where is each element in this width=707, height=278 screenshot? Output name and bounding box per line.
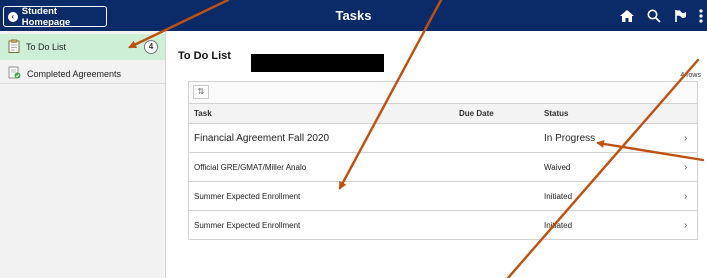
student-homepage-label: Student Homepage: [21, 5, 71, 28]
chevron-right-icon[interactable]: ›: [684, 211, 687, 240]
task-name: Financial Agreement Fall 2020: [194, 133, 330, 144]
sort-icon[interactable]: ⇅: [193, 85, 209, 99]
table-row[interactable]: Official GRE/GMAT/Miller Analo Waived ›: [188, 153, 698, 182]
clipboard-icon: [8, 39, 20, 55]
student-homepage-button[interactable]: ‹ Student Homepage: [3, 5, 107, 28]
column-header-status[interactable]: Status: [544, 109, 568, 118]
nav-item-to-do-list[interactable]: To Do List 4: [0, 34, 165, 60]
home-icon[interactable]: [619, 9, 635, 23]
to-do-count-badge: 4: [144, 40, 158, 54]
redacted-block: [251, 54, 384, 72]
grid-toolbar: ⇅: [188, 81, 698, 103]
chevron-right-icon[interactable]: ›: [684, 182, 687, 211]
nav-item-label: Completed Agreements: [27, 68, 122, 79]
table-row[interactable]: Summer Expected Enrollment Initiated ›: [188, 182, 698, 211]
task-grid: ⇅ Task Due Date Status Financial Agreeme…: [188, 81, 698, 240]
back-chevron-icon: ‹: [8, 11, 18, 22]
task-name: Official GRE/GMAT/Miller Analo: [194, 163, 307, 172]
grid-header: Task Due Date Status: [188, 103, 698, 124]
task-status: Initiated: [544, 192, 573, 201]
flag-icon[interactable]: [673, 9, 687, 23]
left-navigation: To Do List 4 Completed Agreements: [0, 31, 166, 278]
top-banner: ‹ Student Homepage Tasks: [0, 0, 707, 31]
main-content: To Do List 4 rows ⇅ Task Due Date Status…: [166, 31, 707, 278]
task-status: In Progress: [544, 133, 596, 144]
completed-agreements-icon: [8, 66, 21, 81]
rows-count: 4 rows: [680, 72, 701, 79]
section-title: To Do List: [178, 50, 231, 62]
task-name: Summer Expected Enrollment: [194, 192, 301, 201]
task-status: Initiated: [544, 221, 573, 230]
task-name: Summer Expected Enrollment: [194, 221, 301, 230]
column-header-task[interactable]: Task: [194, 109, 212, 118]
table-row[interactable]: Summer Expected Enrollment Initiated ›: [188, 211, 698, 240]
more-menu-icon[interactable]: [699, 8, 703, 23]
chevron-right-icon[interactable]: ›: [684, 153, 687, 182]
chevron-right-icon[interactable]: ›: [684, 124, 687, 153]
nav-item-completed-agreements[interactable]: Completed Agreements: [0, 64, 165, 84]
column-header-due-date[interactable]: Due Date: [459, 109, 494, 118]
table-row[interactable]: Financial Agreement Fall 2020 In Progres…: [188, 124, 698, 153]
nav-item-label: To Do List: [26, 42, 67, 52]
task-status: Waived: [544, 163, 571, 172]
search-icon[interactable]: [647, 9, 661, 23]
